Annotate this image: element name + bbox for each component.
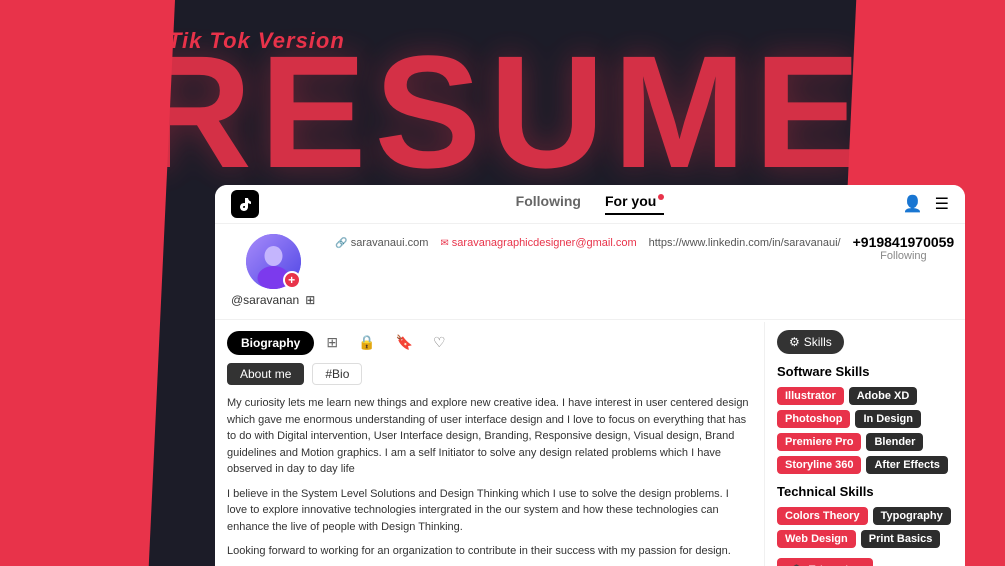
avatar-container: + [246,234,301,289]
profile-details: 🔗 saravanaui.com ✉ saravanagraphicdesign… [327,234,840,249]
profile-section: + @saravanan ⊞ 🔗 saravanaui.com ✉ sarava… [215,224,965,317]
skills-section-button[interactable]: ⚙ Skills [777,330,844,354]
grid-icon[interactable]: ⊞ [318,330,346,355]
bookmark-icon[interactable]: 🔖 [388,330,421,355]
skill-typography: Typography [873,507,951,525]
profile-contact-links: 🔗 saravanaui.com ✉ saravanagraphicdesign… [335,237,840,249]
email-link[interactable]: ✉ saravanagraphicdesigner@gmail.com [440,237,636,249]
qr-icon[interactable]: ⊞ [305,293,315,307]
sub-tabs: About me #Bio [227,363,752,385]
skill-illustrator: Illustrator [777,387,844,405]
skill-adobexd: Adobe XD [849,387,918,405]
foryou-dot [658,194,664,200]
linkedin-link[interactable]: https://www.linkedin.com/in/saravanaui/ [649,237,841,249]
software-skill-tags: Illustrator Adobe XD Photoshop In Design… [777,387,953,474]
link-icon: 🔗 [335,238,347,249]
nav-tabs: Following For you [516,193,665,215]
bio-tab[interactable]: #Bio [312,363,362,385]
profile-left: + @saravanan ⊞ [231,234,315,307]
heart-icon[interactable]: ♡ [425,330,454,355]
stat-phone: +919841970059 Following [853,234,955,262]
user-icon[interactable]: 👤 [903,194,923,214]
technical-skills-title: Technical Skills [777,484,953,499]
bio-para-2: I believe in the System Level Solutions … [227,486,752,536]
skill-printbasics: Print Basics [861,530,941,548]
about-me-tab[interactable]: About me [227,363,304,385]
email-icon: ✉ [440,238,448,249]
skill-photoshop: Photoshop [777,410,850,428]
right-sidebar: ⚙ Skills Software Skills Illustrator Ado… [765,322,965,566]
section-tab-bar: Biography ⊞ 🔒 🔖 ♡ [227,330,752,355]
website-link[interactable]: 🔗 saravanaui.com [335,237,428,249]
software-skills-title: Software Skills [777,364,953,379]
lock-icon[interactable]: 🔒 [350,330,383,355]
education-button[interactable]: 🎓 Education [777,558,873,566]
technical-skill-tags: Colors Theory Typography Web Design Prin… [777,507,953,548]
bio-para-3: Looking forward to working for an organi… [227,543,752,560]
tiktok-logo-icon [231,190,259,218]
skill-colors: Colors Theory [777,507,868,525]
header-icons: 👤 ☰ [903,194,949,214]
divider [215,319,965,320]
skill-blender: Blender [866,433,923,451]
menu-icon[interactable]: ☰ [935,194,949,214]
content-area: Biography ⊞ 🔒 🔖 ♡ About me #Bio My curio… [215,322,965,566]
tiktok-header: Following For you 👤 ☰ [215,185,965,224]
skill-aftereffects: After Effects [866,456,947,474]
skill-storyline: Storyline 360 [777,456,861,474]
skills-icon: ⚙ [789,335,800,349]
biography-tab[interactable]: Biography [227,331,314,355]
main-card: Following For you 👤 ☰ [215,185,965,566]
add-follow-button[interactable]: + [283,271,301,289]
tab-following[interactable]: Following [516,193,581,215]
tiktok-logo [231,190,259,218]
bio-para-1: My curiosity lets me learn new things an… [227,395,752,478]
skill-indesign: In Design [855,410,921,428]
profile-username: @saravanan ⊞ [231,293,315,307]
profile-stats: +919841970059 Following Chennai,India Fo… [853,234,965,262]
resume-bg-text: RESUME [136,20,869,204]
tab-foryou[interactable]: For you [605,193,664,215]
skill-premierepro: Premiere Pro [777,433,861,451]
left-red-panel [0,0,175,566]
left-content: Biography ⊞ 🔒 🔖 ♡ About me #Bio My curio… [215,322,765,566]
skill-webdesign: Web Design [777,530,856,548]
